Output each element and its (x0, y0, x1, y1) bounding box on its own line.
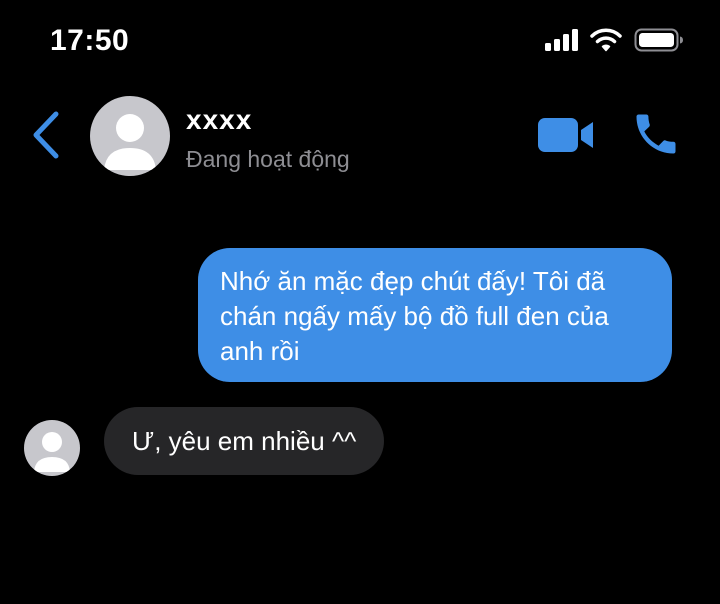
status-time: 17:50 (50, 24, 130, 57)
default-avatar-icon (34, 432, 70, 472)
phone-icon[interactable] (630, 108, 682, 160)
cellular-signal-icon (545, 29, 578, 51)
chat-header: xxxx Đang hoạt động (0, 90, 720, 190)
contact-status: Đang hoạt động (186, 146, 350, 172)
wifi-icon (590, 28, 622, 52)
incoming-message-bubble[interactable]: Ư, yêu em nhiều ^^ (104, 407, 385, 475)
status-icons (545, 28, 684, 52)
contact-name[interactable]: xxxx (186, 104, 252, 136)
contact-avatar[interactable] (90, 96, 170, 176)
outgoing-message-bubble[interactable]: Nhớ ăn mặc đẹp chút đấy! Tôi đã chán ngấ… (198, 248, 672, 382)
chevron-left-icon[interactable] (30, 110, 64, 160)
battery-icon (634, 28, 683, 52)
status-bar: 17:50 (0, 0, 720, 80)
default-avatar-icon (104, 114, 156, 170)
video-camera-icon[interactable] (536, 115, 596, 155)
sender-avatar[interactable] (24, 420, 80, 476)
